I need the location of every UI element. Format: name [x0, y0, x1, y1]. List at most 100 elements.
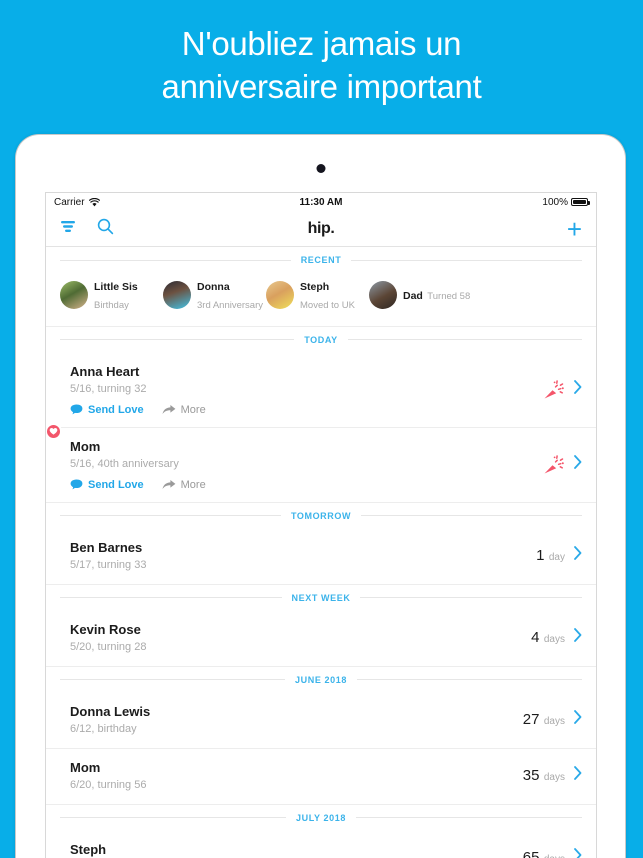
- event-row[interactable]: Kevin Rose 5/20, turning 28 4 days: [46, 611, 596, 667]
- event-row[interactable]: Steph 7/20, birthday 65 days: [46, 831, 596, 858]
- divider-line: [60, 597, 282, 599]
- section-header-recent: RECENT: [46, 247, 596, 273]
- countdown: 4 days: [531, 629, 565, 647]
- status-bar: Carrier 11:30 AM 100%: [46, 193, 596, 211]
- page-headline: N'oubliez jamais un anniversaire importa…: [0, 22, 643, 108]
- heart-icon: [46, 422, 62, 440]
- avatar: [60, 281, 88, 310]
- event-name: Mom: [70, 438, 101, 454]
- event-row[interactable]: Ben Barnes 5/17, turning 33 1 day: [46, 529, 596, 585]
- countdown-unit: days: [543, 633, 565, 645]
- party-popper-icon: [543, 378, 565, 400]
- chat-bubble-icon: [70, 479, 83, 490]
- section-header-tomorrow: TOMORROW: [46, 503, 596, 529]
- countdown: 1 day: [536, 547, 565, 565]
- filter-icon[interactable]: [60, 220, 76, 238]
- recent-event: Turned 58: [427, 291, 471, 303]
- recent-strip[interactable]: Little Sis Birthday Donna 3rd Anniversar…: [46, 273, 596, 327]
- countdown: 27 days: [523, 711, 565, 729]
- section-label: TOMORROW: [290, 510, 352, 521]
- wifi-icon: [88, 197, 100, 207]
- divider-line: [356, 679, 582, 681]
- headline-line-2: anniversaire important: [161, 68, 482, 105]
- share-arrow-icon: [162, 480, 176, 490]
- device-screen: Carrier 11:30 AM 100% hip. + RECENT Litt…: [45, 192, 597, 858]
- divider-line: [360, 597, 582, 599]
- event-row[interactable]: Mom 6/20, turning 56 35 days: [46, 749, 596, 805]
- send-love-label: Send Love: [88, 478, 144, 491]
- countdown-number: 4: [531, 628, 540, 646]
- app-title: hip.: [307, 219, 335, 237]
- add-button[interactable]: +: [567, 216, 582, 242]
- countdown-unit: days: [543, 715, 565, 727]
- section-header-next-week: NEXT WEEK: [46, 585, 596, 611]
- share-arrow-icon: [162, 405, 176, 415]
- event-name: Anna Heart: [70, 363, 140, 379]
- send-love-label: Send Love: [88, 403, 144, 416]
- chevron-right-icon[interactable]: [574, 454, 582, 474]
- more-label: More: [180, 403, 206, 416]
- app-nav-bar: hip. +: [46, 211, 596, 247]
- event-detail: 6/12, birthday: [70, 722, 137, 735]
- countdown: 35 days: [523, 767, 565, 785]
- recent-item[interactable]: Steph Moved to UK: [266, 277, 369, 314]
- chevron-right-icon[interactable]: [574, 848, 582, 858]
- divider-line: [351, 259, 583, 261]
- chevron-right-icon[interactable]: [574, 546, 582, 565]
- carrier-label: Carrier: [54, 196, 85, 208]
- countdown: 65 days: [523, 849, 565, 858]
- chevron-right-icon[interactable]: [574, 379, 582, 399]
- countdown-unit: days: [543, 771, 565, 783]
- event-detail: 5/20, turning 28: [70, 640, 147, 653]
- recent-event: Birthday: [94, 300, 129, 312]
- send-love-button[interactable]: Send Love: [70, 479, 144, 491]
- chevron-right-icon[interactable]: [574, 766, 582, 785]
- chevron-right-icon[interactable]: [574, 710, 582, 729]
- avatar: [266, 281, 294, 310]
- battery-full-icon: [571, 198, 590, 206]
- events-list[interactable]: RECENT Little Sis Birthday Donna 3rd Ann…: [46, 247, 596, 858]
- section-label: RECENT: [300, 255, 342, 265]
- more-button[interactable]: More: [162, 479, 206, 491]
- section-label: JULY 2018: [296, 812, 346, 823]
- recent-event: 3rd Anniversary: [197, 300, 264, 312]
- section-label: NEXT WEEK: [291, 592, 351, 603]
- event-name: Mom: [70, 759, 101, 775]
- divider-line: [60, 679, 286, 681]
- avatar: [163, 281, 191, 310]
- chevron-right-icon[interactable]: [574, 628, 582, 647]
- divider-line: [361, 515, 583, 517]
- section-header-july-2018: JULY 2018: [46, 805, 596, 831]
- divider-line: [347, 339, 583, 341]
- countdown-unit: days: [544, 854, 565, 858]
- event-detail: 6/20, turning 56: [70, 778, 147, 791]
- recent-event: Moved to UK: [300, 300, 355, 312]
- event-detail: 5/16, turning 32: [70, 382, 147, 395]
- divider-line: [60, 817, 287, 819]
- section-header-today: TODAY: [46, 327, 596, 353]
- countdown-unit: day: [548, 551, 565, 563]
- divider-line: [60, 259, 291, 261]
- event-row[interactable]: Mom 5/16, 40th anniversary Send Love Mor…: [46, 422, 596, 503]
- divider-line: [60, 515, 281, 517]
- recent-item[interactable]: Little Sis Birthday: [60, 277, 163, 314]
- event-name: Donna Lewis: [70, 703, 151, 719]
- recent-name: Dad: [403, 290, 423, 303]
- event-row[interactable]: Anna Heart 5/16, turning 32 Send Love Mo…: [46, 353, 596, 428]
- section-label: JUNE 2018: [295, 674, 347, 685]
- event-name: Steph: [70, 841, 107, 857]
- event-row[interactable]: Donna Lewis 6/12, birthday 27 days: [46, 693, 596, 749]
- tablet-device-frame: Carrier 11:30 AM 100% hip. + RECENT Litt…: [15, 134, 626, 858]
- recent-name: Steph: [300, 281, 330, 293]
- recent-item[interactable]: Donna 3rd Anniversary: [163, 277, 266, 314]
- recent-item[interactable]: Dad Turned 58: [369, 277, 472, 314]
- event-name: Kevin Rose: [70, 621, 141, 637]
- countdown-number: 1: [536, 546, 545, 564]
- battery-percent-label: 100%: [542, 196, 568, 208]
- event-name: Ben Barnes: [70, 539, 143, 555]
- send-love-button[interactable]: Send Love: [70, 404, 144, 416]
- chat-bubble-icon: [70, 404, 83, 415]
- section-label: TODAY: [304, 334, 338, 345]
- more-button[interactable]: More: [162, 404, 206, 416]
- search-icon[interactable]: [97, 218, 114, 240]
